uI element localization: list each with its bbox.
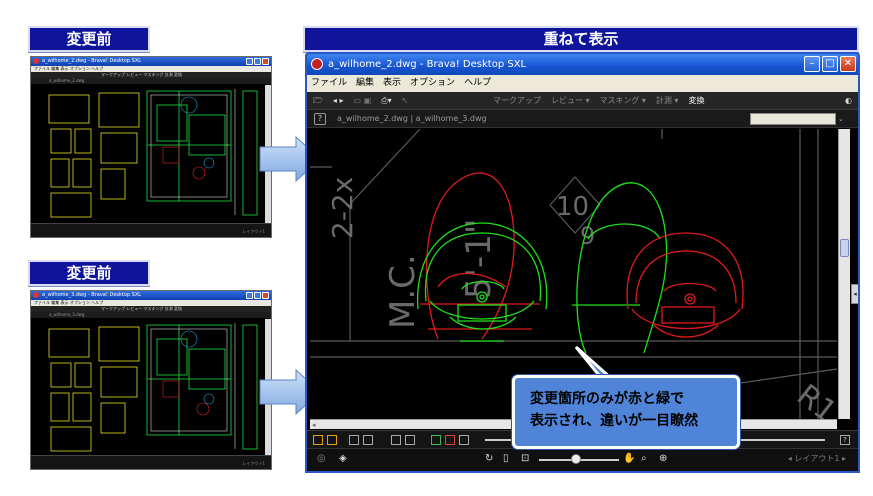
minimize-icon: [246, 58, 253, 65]
layers-stack-icon[interactable]: ◈: [339, 453, 347, 464]
status-toolbar: ◎ ◈ ↻ ▯ ⊡ ✋ ⌕ ⊕ ◂ レイアウト1 ▸: [307, 448, 858, 471]
menu-view[interactable]: 表示: [383, 75, 401, 92]
help-button[interactable]: ?: [314, 113, 326, 125]
callout-note: 変更箇所のみが赤と緑で 表示され、違いが一目瞭然: [512, 375, 740, 449]
overlay-label: 重ねて表示: [303, 26, 859, 52]
dim-label-51: 5'-1": [459, 218, 499, 299]
dim-label-2x: 2-2x: [326, 177, 359, 239]
thumb-title: a_wilhome_2.dwg - Brava! Desktop SXL: [42, 58, 142, 64]
layout-selector[interactable]: ◂ レイアウト1 ▸: [788, 453, 846, 464]
thumb-title: a_wilhome_3.dwg - Brava! Desktop SXL: [42, 292, 142, 298]
menu-help[interactable]: ヘルプ: [464, 75, 491, 92]
thumb-titlebar: a_wilhome_2.dwg - Brava! Desktop SXL: [31, 57, 271, 66]
thumb-tab: a_wilhome_2.dwg: [31, 78, 271, 84]
compare-icon[interactable]: [459, 435, 469, 445]
fit-icon[interactable]: ⊡: [521, 453, 529, 464]
layout-icon[interactable]: [391, 435, 401, 445]
thumb-tab: a_wilhome_3.dwg: [31, 312, 271, 318]
print-icon[interactable]: ⎙▾: [381, 92, 391, 110]
dim-label-mc: M.C.: [383, 254, 423, 329]
dim-label-10: 10: [556, 192, 589, 222]
thumb-statusbar: レイアウト1: [31, 455, 271, 469]
open-folder-icon[interactable]: 🗁: [313, 92, 323, 110]
menu-file[interactable]: ファイル: [311, 75, 347, 92]
hand-icon[interactable]: ◐: [845, 92, 852, 110]
menu-edit[interactable]: 編集: [356, 75, 374, 92]
callout-line2: 表示され、違いが一目瞭然: [530, 413, 699, 429]
toolbar-masking[interactable]: マスキング ▾: [600, 92, 646, 110]
rotate-icon[interactable]: ↻: [485, 453, 493, 464]
before-label-top: 変更前: [28, 26, 150, 52]
minimize-icon: [246, 292, 253, 299]
thumb-layout-label: レイアウト1: [242, 461, 265, 466]
save-icon[interactable]: ▭ ▣: [354, 92, 372, 110]
thumb-statusbar: レイアウト1: [31, 223, 271, 237]
layout-icon[interactable]: [363, 435, 373, 445]
thumb-layout-label: レイアウト1: [242, 229, 265, 234]
chevron-down-icon[interactable]: ⌄: [838, 113, 848, 125]
menubar: ファイル 編集 表示 オプション ヘルプ: [307, 75, 858, 92]
minimize-button[interactable]: –: [804, 56, 820, 72]
page-icon[interactable]: ▯: [503, 453, 509, 464]
thumbnail-before-top: a_wilhome_2.dwg - Brava! Desktop SXL ファイ…: [30, 56, 272, 238]
view-mode-icon[interactable]: [327, 435, 337, 445]
side-panel-toggle[interactable]: ◂: [851, 284, 858, 304]
maximize-button[interactable]: □: [822, 56, 838, 72]
zoom-area-icon[interactable]: ⌕: [641, 453, 647, 464]
toolbar-measure[interactable]: 計測 ▾: [656, 92, 679, 110]
layout-icon[interactable]: [349, 435, 359, 445]
document-tab-names[interactable]: a_wilhome_2.dwg | a_wilhome_3.dwg: [337, 110, 487, 128]
layout-icon[interactable]: [405, 435, 415, 445]
pan-icon[interactable]: ✋: [623, 453, 635, 464]
before-label-bottom: 変更前: [28, 260, 150, 286]
compare-icon[interactable]: [445, 435, 455, 445]
pointer-icon[interactable]: ↖: [402, 92, 409, 110]
layers-icon[interactable]: ◎: [317, 453, 326, 464]
close-icon: [262, 292, 269, 299]
scroll-left-icon[interactable]: ◂: [312, 421, 316, 429]
thumb-floorplan: [39, 319, 265, 455]
dim-label-r1: R1: [790, 378, 837, 419]
app-icon: [311, 58, 323, 70]
app-icon: [33, 58, 39, 64]
app-icon: [33, 292, 39, 298]
search-field[interactable]: [750, 113, 836, 125]
nav-arrows-icon[interactable]: ◂ ▸: [333, 92, 344, 110]
thumbnail-before-bottom: a_wilhome_3.dwg - Brava! Desktop SXL ファイ…: [30, 290, 272, 470]
vertical-scrollbar[interactable]: [838, 129, 850, 419]
scroll-thumb[interactable]: [840, 239, 849, 257]
callout-line1: 変更箇所のみが赤と緑で: [530, 391, 684, 407]
window-title: a_wilhome_2.dwg - Brava! Desktop SXL: [328, 59, 527, 70]
window-titlebar: a_wilhome_2.dwg - Brava! Desktop SXL – □…: [307, 54, 858, 75]
toolbar: 🗁 ◂ ▸ ▭ ▣ ⎙▾ ↖ マークアップ レビュー ▾ マスキング ▾ 計測 …: [307, 92, 858, 110]
maximize-icon: [254, 292, 261, 299]
zoom-in-icon[interactable]: ⊕: [659, 453, 667, 464]
toolbar-markup[interactable]: マークアップ: [493, 92, 541, 110]
thumb-floorplan: [39, 85, 265, 223]
thumb-titlebar: a_wilhome_3.dwg - Brava! Desktop SXL: [31, 291, 271, 300]
zoom-slider-knob[interactable]: [571, 454, 581, 464]
maximize-icon: [254, 58, 261, 65]
view-mode-icon[interactable]: [313, 435, 323, 445]
compare-icon[interactable]: [431, 435, 441, 445]
close-button[interactable]: ✕: [840, 56, 856, 72]
close-icon: [262, 58, 269, 65]
document-tabs: ? a_wilhome_2.dwg | a_wilhome_3.dwg ⌄: [307, 110, 858, 128]
toolbar-convert[interactable]: 変換: [688, 92, 704, 110]
help-icon[interactable]: ?: [840, 435, 850, 445]
menu-options[interactable]: オプション: [410, 75, 455, 92]
toolbar-review[interactable]: レビュー ▾: [551, 92, 590, 110]
